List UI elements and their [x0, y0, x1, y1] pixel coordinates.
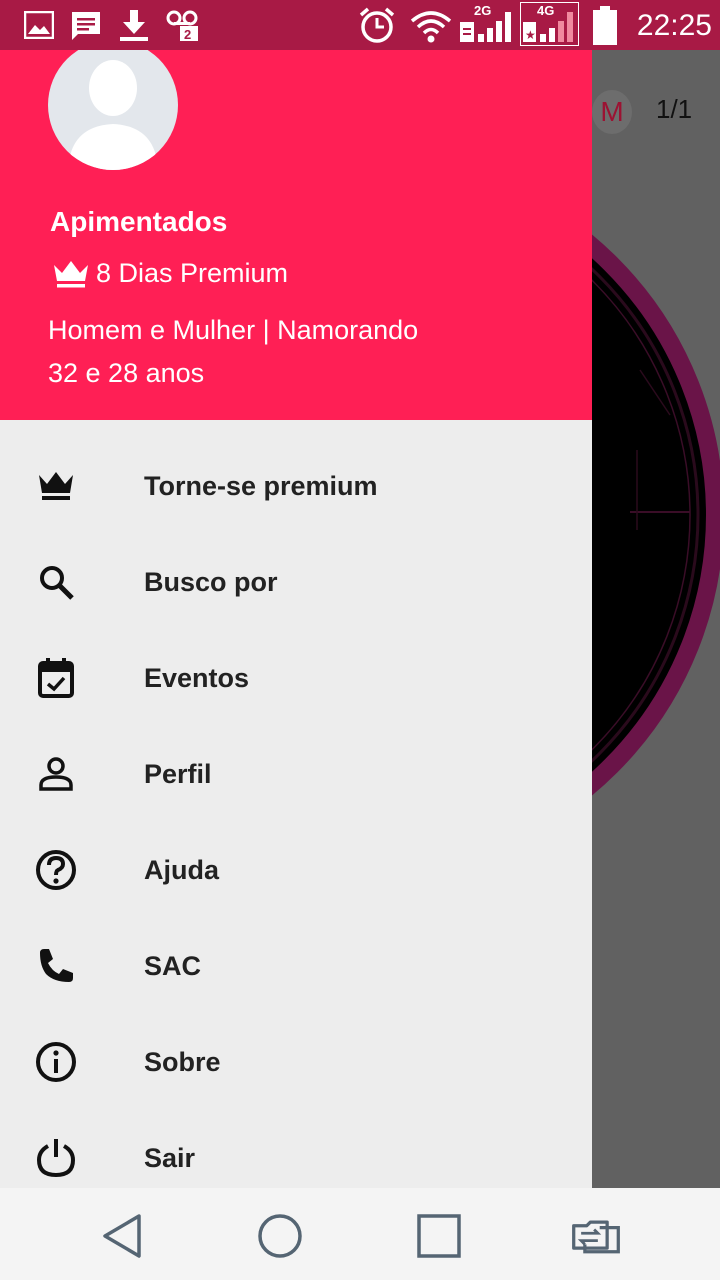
menu-item-help[interactable]: Ajuda — [0, 822, 592, 918]
drawer-header: Apimentados 8 Dias Premium Homem e Mulhe… — [0, 50, 592, 420]
back-button[interactable] — [96, 1210, 148, 1262]
menu-label: SAC — [144, 950, 202, 981]
background-avatar: M — [592, 90, 632, 134]
menu-item-events[interactable]: Eventos — [0, 630, 592, 726]
status-bar: 2 2G 4G ★ 22:25 — [0, 0, 720, 50]
battery-icon — [593, 6, 617, 45]
home-button[interactable] — [254, 1210, 306, 1262]
back-icon — [103, 1214, 141, 1258]
menu-label: Ajuda — [144, 854, 220, 885]
help-icon — [35, 849, 77, 891]
alarm-icon — [359, 7, 395, 43]
wifi-icon — [410, 11, 452, 43]
calendar-check-icon — [35, 657, 77, 699]
premium-days: 8 Dias Premium — [96, 258, 289, 288]
recents-icon — [417, 1214, 461, 1258]
clock: 22:25 — [636, 9, 712, 42]
menu-label: Perfil — [144, 758, 212, 789]
svg-text:★: ★ — [525, 28, 536, 42]
profile-avatar[interactable] — [48, 50, 178, 170]
profile-description: Homem e Mulher | Namorando — [48, 315, 419, 345]
gallery-icon — [24, 11, 54, 39]
phone-icon — [35, 945, 77, 987]
menu-label: Sobre — [144, 1046, 221, 1077]
crown-icon — [54, 260, 88, 287]
crown-icon — [35, 465, 77, 507]
drawer-menu: Torne-se premium Busco por Eventos Perfi… — [0, 438, 592, 1188]
premium-status: 8 Dias Premium — [52, 258, 288, 289]
signal-icon — [460, 12, 511, 42]
menu-label: Eventos — [144, 662, 250, 693]
download-icon — [120, 10, 148, 41]
menu-item-logout[interactable]: Sair — [0, 1110, 592, 1188]
menu-item-premium[interactable]: Torne-se premium — [0, 438, 592, 534]
menu-item-sac[interactable]: SAC — [0, 918, 592, 1014]
background-wheel-image — [592, 234, 720, 796]
info-icon — [35, 1041, 77, 1083]
message-icon — [72, 12, 100, 40]
person-placeholder-icon — [68, 60, 158, 170]
menu-item-profile[interactable]: Perfil — [0, 726, 592, 822]
search-icon — [35, 561, 77, 603]
menu-label: Sair — [144, 1142, 196, 1173]
menu-item-search[interactable]: Busco por — [0, 534, 592, 630]
signal-icon-2: ★ — [523, 12, 573, 42]
svg-text:2: 2 — [184, 27, 191, 42]
background-page-count: 1/1 — [656, 94, 693, 124]
system-navigation-bar — [0, 1188, 720, 1280]
background-screen: M 1/1 — [592, 50, 720, 1188]
switch-sim-icon — [572, 1220, 620, 1254]
voicemail-icon: 2 — [166, 10, 198, 42]
menu-label: Busco por — [144, 566, 278, 597]
menu-item-about[interactable]: Sobre — [0, 1014, 592, 1110]
person-icon — [35, 753, 77, 795]
home-icon — [258, 1214, 302, 1258]
profile-ages: 32 e 28 anos — [48, 358, 205, 388]
switch-sim-button[interactable] — [570, 1210, 622, 1262]
navigation-drawer: Apimentados 8 Dias Premium Homem e Mulhe… — [0, 50, 592, 1188]
power-icon — [35, 1137, 77, 1179]
profile-name: Apimentados — [50, 206, 228, 237]
recents-button[interactable] — [413, 1210, 465, 1262]
menu-label: Torne-se premium — [144, 470, 378, 501]
